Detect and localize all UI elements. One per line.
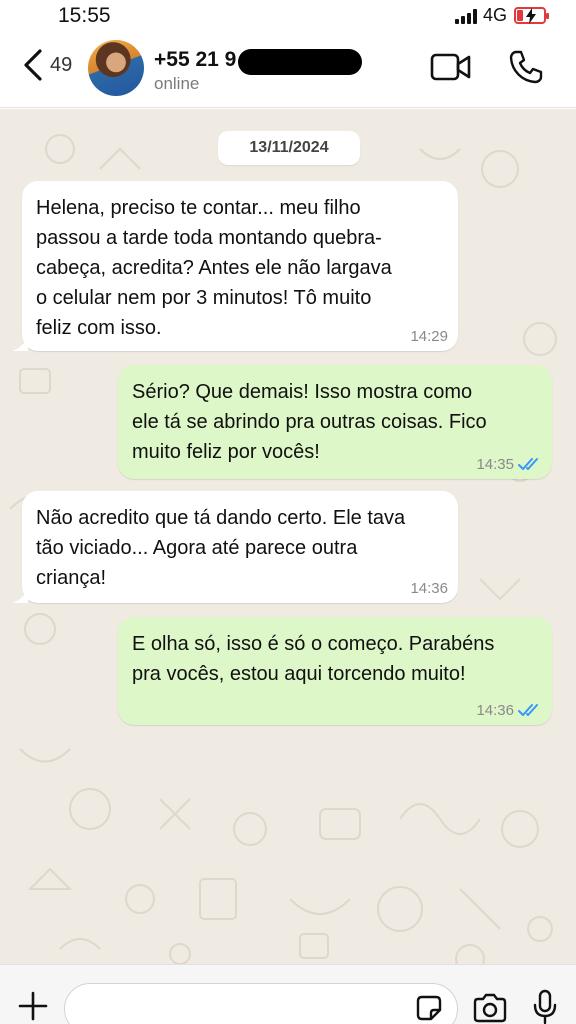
camera-button[interactable] [472,993,508,1024]
sticker-icon [416,995,442,1021]
camera-icon [473,993,507,1023]
microphone-icon [533,989,557,1024]
video-call-icon [430,53,471,81]
video-call-button[interactable] [430,52,472,87]
microphone-button[interactable] [532,989,558,1024]
chat-header: 49 +55 21 9 online [0,32,576,108]
status-indicators: 4G [454,5,549,26]
contact-name[interactable]: +55 21 9 [154,48,236,72]
signal-icon [454,8,477,24]
redaction-bar [238,49,362,75]
status-time: 15:55 [58,4,111,27]
battery-icon [514,7,549,24]
voice-call-button[interactable] [508,49,544,90]
message-input[interactable] [64,983,458,1024]
message-input-bar [0,964,576,1024]
message-time: 14:36 [476,702,514,719]
message-bubble-outgoing[interactable]: Sério? Que demais! Isso mostra como ele … [118,365,552,479]
read-ticks-icon [518,704,538,716]
chat-area[interactable]: 13/11/2024 Helena, preciso te contar... … [0,109,576,964]
chevron-left-icon [24,49,42,81]
plus-icon [18,991,48,1021]
status-bar: 15:55 4G [0,0,576,32]
message-time: 14:35 [476,456,514,473]
bubble-tail [12,587,28,603]
message-bubble-incoming[interactable]: Não acredito que tá dando certo. Ele tav… [22,491,458,603]
message-time: 14:36 [410,580,448,597]
read-ticks-icon [518,458,538,470]
unread-count: 49 [50,53,73,76]
back-button[interactable]: 49 [22,48,72,82]
message-text: Helena, preciso te contar... meu filho p… [36,197,392,339]
message-text: Não acredito que tá dando certo. Ele tav… [36,507,406,589]
date-separator: 13/11/2024 [218,131,360,165]
phone-icon [509,50,543,84]
message-bubble-incoming[interactable]: Helena, preciso te contar... meu filho p… [22,181,458,351]
network-type: 4G [482,5,507,25]
message-bubble-outgoing[interactable]: E olha só, isso é só o começo. Parabéns … [118,617,552,725]
contact-status: online [154,74,200,93]
message-text: Sério? Que demais! Isso mostra como ele … [132,381,487,463]
message-text: E olha só, isso é só o começo. Parabéns … [132,633,495,685]
attach-button[interactable] [18,991,48,1024]
avatar[interactable] [88,40,144,96]
message-time: 14:29 [410,328,448,345]
bubble-tail [12,335,28,351]
sticker-button[interactable] [414,993,444,1024]
